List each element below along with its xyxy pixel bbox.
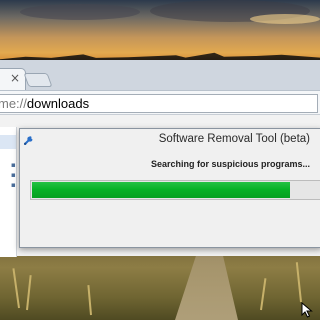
close-tab-icon[interactable]: × (10, 71, 20, 85)
scan-progress-bar (30, 180, 320, 200)
dialog-title: Software Removal Tool (beta) (158, 133, 310, 145)
tab-strip: × (0, 60, 320, 90)
selected-download-item[interactable] (0, 135, 16, 149)
downloads-list-edge: ▪ ▪ ▪ (0, 127, 17, 257)
address-bar[interactable]: me://downloads (0, 94, 318, 113)
address-scheme: me:// (0, 96, 27, 111)
scan-progress-fill (32, 182, 290, 198)
browser-toolbar: me://downloads (0, 90, 320, 114)
mouse-cursor-icon (301, 302, 313, 318)
grass-field (0, 245, 320, 320)
address-path: downloads (26, 96, 90, 111)
tab-downloads[interactable]: × (0, 68, 26, 90)
software-removal-dialog: Software Removal Tool (beta) Searching f… (19, 128, 320, 248)
new-tab-button[interactable] (23, 73, 53, 87)
dialog-titlebar[interactable]: Software Removal Tool (beta) (20, 129, 320, 151)
scan-status-text: Searching for suspicious programs... (150, 159, 310, 169)
